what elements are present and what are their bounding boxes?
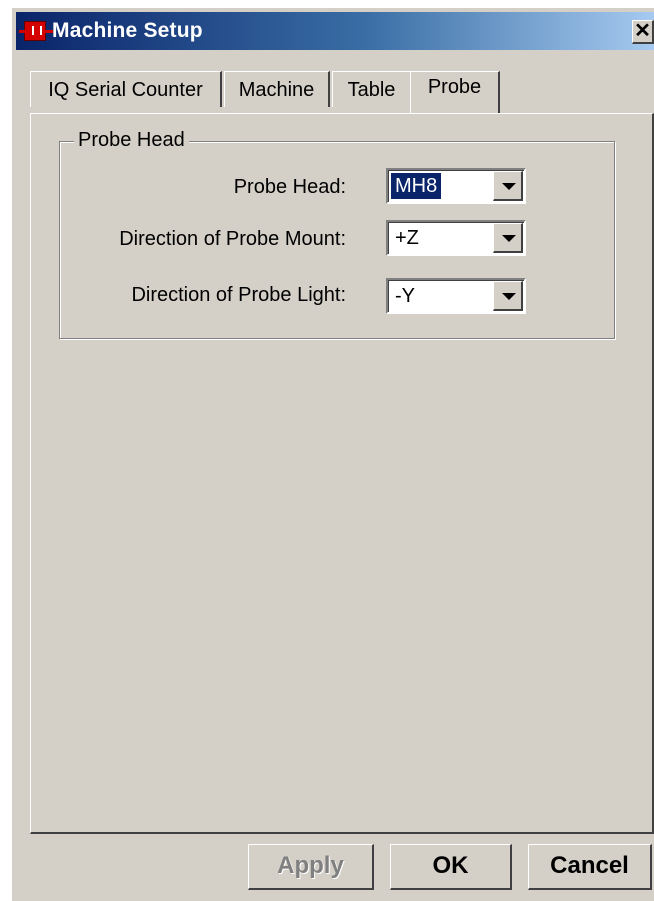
apply-button[interactable]: Apply [248, 844, 374, 890]
tab-iq-serial-counter[interactable]: IQ Serial Counter [30, 71, 222, 107]
machine-setup-window: Machine Setup ✕ IQ Serial Counter Machin… [12, 8, 654, 901]
title-bar[interactable]: Machine Setup ✕ [16, 12, 654, 50]
probe-head-value: MH8 [389, 172, 443, 200]
probe-mount-dropdown-button[interactable] [493, 223, 523, 253]
probe-mount-value: +Z [395, 227, 419, 249]
cancel-button[interactable]: Cancel [528, 844, 652, 890]
probe-tab-panel: Probe Head Probe Head: MH8 Direction of … [30, 113, 654, 834]
probe-mount-label: Direction of Probe Mount: [119, 228, 346, 250]
probe-head-label: Probe Head: [233, 176, 346, 198]
chevron-down-icon [502, 235, 516, 242]
ok-button[interactable]: OK [390, 844, 512, 890]
tab-machine[interactable]: Machine [224, 71, 330, 107]
probe-head-select[interactable]: MH8 [386, 168, 526, 204]
window-title: Machine Setup [52, 19, 203, 42]
tab-table[interactable]: Table [332, 71, 412, 107]
probe-light-select[interactable]: -Y [386, 278, 526, 314]
probe-mount-select[interactable]: +Z [386, 220, 526, 256]
app-icon [19, 21, 53, 41]
probe-light-value: -Y [395, 285, 415, 307]
tab-probe[interactable]: Probe [410, 71, 500, 113]
probe-head-dropdown-button[interactable] [493, 171, 523, 201]
probe-light-label: Direction of Probe Light: [131, 284, 346, 306]
probe-light-dropdown-button[interactable] [493, 281, 523, 311]
probe-head-group: Probe Head Probe Head: MH8 Direction of … [59, 129, 615, 339]
close-icon: ✕ [634, 20, 651, 42]
group-title: Probe Head [74, 129, 189, 152]
close-button[interactable]: ✕ [632, 20, 654, 44]
chevron-down-icon [502, 183, 516, 190]
chevron-down-icon [502, 293, 516, 300]
